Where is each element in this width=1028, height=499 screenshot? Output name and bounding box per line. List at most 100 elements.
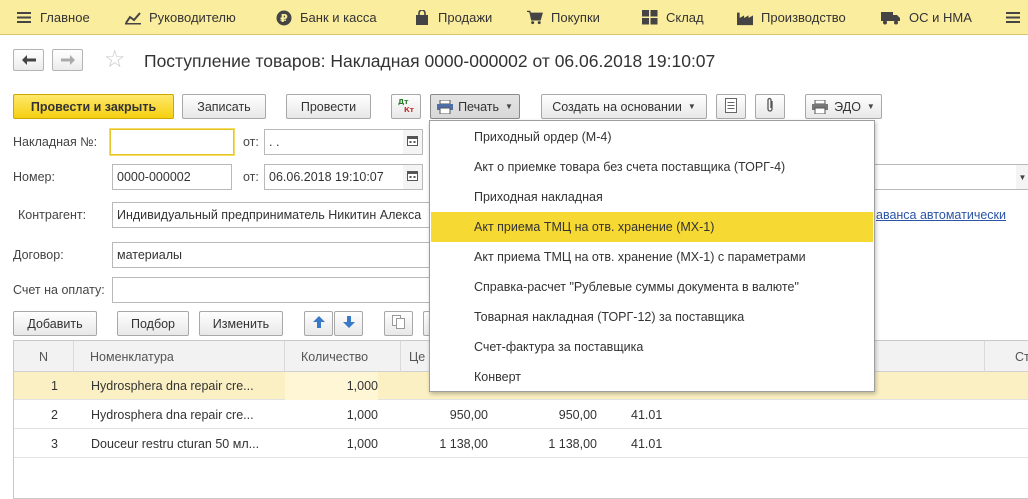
section-purchases[interactable]: Покупки [527, 0, 600, 35]
counterparty-label: Контрагент: [18, 208, 87, 222]
section-production[interactable]: Производство [737, 0, 846, 35]
row-price[interactable]: 1 138,00 [401, 430, 488, 458]
print-button[interactable]: Печать ▼ [430, 94, 520, 119]
calendar-button[interactable] [403, 129, 423, 155]
truck-icon [881, 10, 901, 26]
bag-icon [414, 9, 430, 26]
button-label: Подбор [130, 316, 176, 331]
button-label: Провести [300, 99, 357, 114]
row-price[interactable]: 950,00 [401, 401, 488, 429]
organization-input[interactable] [874, 164, 1018, 190]
row-sum[interactable]: 950,00 [504, 401, 597, 429]
section-main[interactable]: Главное [16, 0, 90, 35]
row-account[interactable]: 41.01 [631, 401, 691, 429]
contract-input[interactable]: материалы [112, 242, 430, 268]
row-nomenclature[interactable]: Hydrosphera dna repair cre... [91, 401, 281, 429]
arrow-up-icon [312, 316, 325, 331]
create-based-on-button[interactable]: Создать на основании ▼ [541, 94, 707, 119]
section-director[interactable]: Руководителю [125, 0, 236, 35]
calendar-icon [407, 170, 418, 184]
menu-icon [1005, 10, 1021, 26]
section-label: Склад [666, 10, 704, 25]
section-label: ОС и НМА [909, 10, 972, 25]
print-menu-item[interactable]: Акт о приемке товара без счета поставщик… [431, 152, 873, 182]
column-header-nomenclature[interactable]: Номенклатура [74, 341, 285, 372]
chart-icon [125, 10, 141, 26]
row-quantity[interactable]: 1,000 [285, 401, 378, 429]
pick-button[interactable]: Подбор [117, 311, 189, 336]
copy-icon [392, 315, 405, 332]
row-nomenclature[interactable]: Douceur restru cturan 50 мл... [91, 430, 281, 458]
document-report-button[interactable] [716, 94, 746, 119]
button-label: Изменить [212, 316, 270, 331]
forward-button[interactable] [52, 49, 83, 71]
section-label: Главное [40, 10, 90, 25]
organization-dropdown[interactable]: ▼ [1016, 164, 1028, 190]
back-button[interactable] [13, 49, 44, 71]
row-number: 2 [51, 408, 58, 422]
table-row[interactable]: 2 Hydrosphera dna repair cre... 1,000 95… [14, 401, 1028, 429]
move-down-button[interactable] [334, 311, 363, 336]
payment-invoice-input[interactable] [112, 277, 430, 303]
section-assets[interactable]: ОС и НМА [881, 0, 972, 35]
section-more[interactable] [1005, 0, 1028, 35]
svg-text:Дт: Дт [398, 98, 409, 106]
print-menu-item[interactable]: Акт приема ТМЦ на отв. хранение (МХ-1) с… [431, 242, 873, 272]
number-input[interactable]: 0000-000002 [112, 164, 232, 190]
chevron-down-icon: ▼ [505, 102, 513, 111]
invoice-date-input[interactable]: . . [264, 129, 404, 155]
attachment-button[interactable] [755, 94, 785, 119]
arrow-right-icon [60, 52, 75, 69]
advance-auto-link[interactable]: аванса автоматически [876, 208, 1006, 222]
cart-icon [527, 10, 543, 26]
print-menu-item[interactable]: Приходный ордер (М-4) [431, 122, 873, 152]
row-quantity[interactable]: 1,000 [285, 372, 378, 400]
arrow-left-icon [21, 52, 36, 69]
row-nomenclature[interactable]: Hydrosphera dna repair cre... [91, 372, 281, 400]
calendar-button[interactable] [403, 164, 423, 190]
contract-label: Договор: [13, 248, 64, 262]
section-label: Покупки [551, 10, 600, 25]
print-menu: Приходный ордер (М-4) Акт о приемке това… [429, 120, 875, 392]
print-menu-item[interactable]: Конверт [431, 362, 873, 392]
print-menu-item[interactable]: Счет-фактура за поставщика [431, 332, 873, 362]
print-menu-item[interactable]: Приходная накладная [431, 182, 873, 212]
chevron-down-icon: ▼ [687, 102, 696, 111]
favorite-star-icon[interactable]: ☆ [104, 48, 126, 72]
print-menu-item[interactable]: Справка-расчет "Рублевые суммы документа… [431, 272, 873, 302]
invoice-number-label: Накладная №: [13, 135, 98, 149]
invoice-number-input[interactable] [110, 129, 234, 155]
row-number: 1 [51, 379, 58, 393]
button-label: Добавить [27, 316, 83, 331]
column-header-country[interactable]: Стра [984, 341, 1028, 372]
svg-text:Кт: Кт [404, 106, 415, 114]
post-and-close-button[interactable]: Провести и закрыть [13, 94, 174, 119]
section-warehouse[interactable]: Склад [642, 0, 704, 35]
print-menu-item[interactable]: Товарная накладная (ТОРГ-12) за поставщи… [431, 302, 873, 332]
section-sales[interactable]: Продажи [414, 0, 492, 35]
date-label: от: [243, 170, 259, 184]
column-header-quantity[interactable]: Количество [285, 341, 401, 372]
table-row[interactable]: 3 Douceur restru cturan 50 мл... 1,000 1… [14, 430, 1028, 458]
counterparty-input[interactable]: Индивидуальный предприниматель Никитин А… [112, 202, 430, 228]
save-button[interactable]: Записать [182, 94, 266, 119]
row-quantity[interactable]: 1,000 [285, 430, 378, 458]
print-menu-item-highlighted[interactable]: Акт приема ТМЦ на отв. хранение (МХ-1) [431, 212, 873, 242]
move-up-button[interactable] [304, 311, 333, 336]
add-button[interactable]: Добавить [13, 311, 97, 336]
dt-kt-button[interactable]: Дт Кт [391, 94, 421, 119]
factory-icon [737, 10, 753, 26]
menu-icon [16, 10, 32, 26]
edo-button[interactable]: ЭДО ▼ [805, 94, 882, 119]
post-button[interactable]: Провести [286, 94, 371, 119]
date-input[interactable]: 06.06.2018 19:10:07 [264, 164, 404, 190]
edit-button[interactable]: Изменить [199, 311, 283, 336]
button-label: Провести и закрыть [30, 99, 157, 114]
section-bar: Главное Руководителю ₽ Банк и касса Прод… [0, 0, 1028, 35]
section-bank[interactable]: ₽ Банк и касса [276, 0, 377, 35]
row-sum[interactable]: 1 138,00 [504, 430, 597, 458]
row-account[interactable]: 41.01 [631, 430, 691, 458]
copy-row-button[interactable] [384, 311, 413, 336]
column-header-n[interactable]: N [14, 341, 74, 372]
section-label: Руководителю [149, 10, 236, 25]
